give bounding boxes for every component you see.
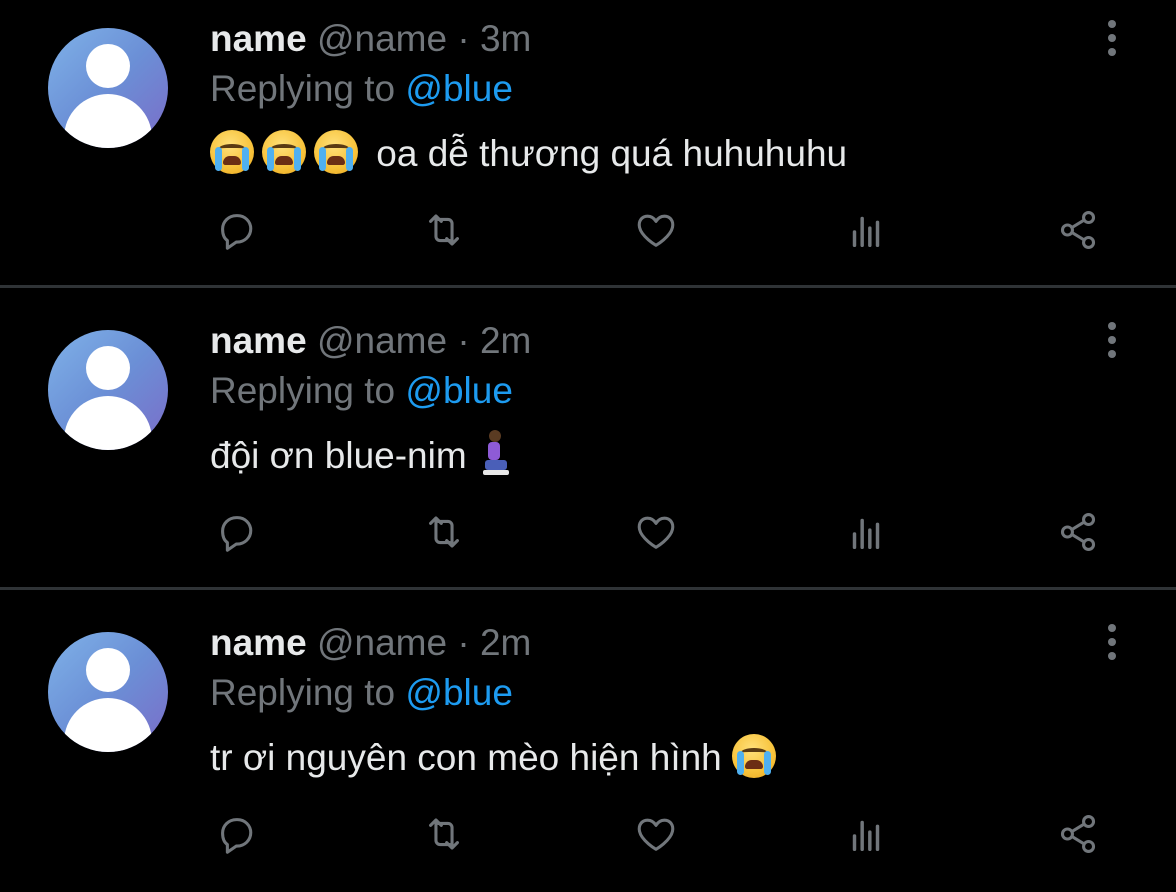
replying-to-line: Replying to @blue	[210, 670, 513, 716]
replying-to-mention[interactable]: @blue	[405, 68, 513, 109]
display-name[interactable]: name	[210, 320, 307, 361]
reply-header: name @name · 2m	[210, 318, 531, 364]
share-button[interactable]	[1054, 508, 1102, 556]
reply-text: oa dễ thương quá huhuhuhu	[210, 128, 847, 180]
like-icon	[637, 516, 675, 549]
loudly-crying-face-emoji-icon	[732, 734, 777, 778]
replying-to-label: Replying to	[210, 370, 396, 411]
loudly-crying-face-emoji-icon	[314, 130, 358, 174]
replying-to-label: Replying to	[210, 68, 396, 109]
separator-dot: ·	[457, 320, 470, 361]
reply-icon	[221, 214, 253, 250]
more-vertical-icon[interactable]	[1102, 620, 1122, 664]
avatar[interactable]	[48, 28, 168, 148]
reply-text: tr ơi nguyên con mèo hiện hình	[210, 732, 784, 784]
share-icon	[1060, 211, 1096, 249]
divider	[0, 587, 1176, 590]
views-icon	[852, 216, 880, 248]
woman-kneeling-emoji-icon	[481, 430, 511, 478]
replying-to-line: Replying to @blue	[210, 368, 513, 414]
avatar-head-shape	[86, 346, 130, 390]
reply-item[interactable]: name @name · 3m Replying to @blue oa dễ …	[0, 0, 1176, 274]
separator-dot: ·	[457, 18, 470, 59]
retweet-button[interactable]	[420, 508, 468, 556]
display-name[interactable]: name	[210, 18, 307, 59]
reply-feed: name @name · 3m Replying to @blue oa dễ …	[0, 0, 1176, 892]
views-icon	[852, 820, 880, 852]
reply-text-content: tr ơi nguyên con mèo hiện hình	[210, 737, 722, 778]
like-icon	[637, 214, 675, 247]
separator-dot: ·	[457, 622, 470, 663]
replying-to-label: Replying to	[210, 672, 396, 713]
like-button[interactable]	[632, 810, 680, 858]
avatar-head-shape	[86, 648, 130, 692]
more-vertical-icon[interactable]	[1102, 16, 1122, 60]
reply-text: đội ơn blue-nim	[210, 430, 511, 482]
retweet-button[interactable]	[420, 810, 468, 858]
timestamp[interactable]: 2m	[480, 320, 531, 361]
views-icon	[852, 518, 880, 550]
share-button[interactable]	[1054, 810, 1102, 858]
retweet-icon	[429, 818, 459, 850]
reply-header: name @name · 3m	[210, 16, 531, 62]
retweet-icon	[429, 214, 459, 246]
like-button[interactable]	[632, 508, 680, 556]
avatar-head-shape	[86, 44, 130, 88]
avatar[interactable]	[48, 330, 168, 450]
share-icon	[1060, 815, 1096, 853]
avatar[interactable]	[48, 632, 168, 752]
reply-item[interactable]: name @name · 2m Replying to @blue đội ơn…	[0, 290, 1176, 576]
reply-text-content: oa dễ thương quá huhuhuhu	[376, 133, 848, 174]
display-name[interactable]: name	[210, 622, 307, 663]
views-button[interactable]	[842, 206, 890, 254]
loudly-crying-face-emoji-icon	[210, 130, 254, 174]
reply-button[interactable]	[212, 810, 260, 858]
avatar-body-shape	[64, 698, 152, 752]
user-handle[interactable]: @name	[317, 320, 447, 361]
divider	[0, 285, 1176, 288]
reply-text-content: đội ơn blue-nim	[210, 435, 467, 476]
views-button[interactable]	[842, 508, 890, 556]
timestamp[interactable]: 3m	[480, 18, 531, 59]
retweet-icon	[429, 516, 459, 548]
retweet-button[interactable]	[420, 206, 468, 254]
reply-header: name @name · 2m	[210, 620, 531, 666]
avatar-body-shape	[64, 396, 152, 450]
views-button[interactable]	[842, 810, 890, 858]
timestamp[interactable]: 2m	[480, 622, 531, 663]
replying-to-mention[interactable]: @blue	[405, 672, 513, 713]
avatar-body-shape	[64, 94, 152, 148]
user-handle[interactable]: @name	[317, 18, 447, 59]
replying-to-line: Replying to @blue	[210, 66, 513, 112]
loudly-crying-face-emoji-icon	[262, 130, 306, 174]
user-handle[interactable]: @name	[317, 622, 447, 663]
share-button[interactable]	[1054, 206, 1102, 254]
reply-item[interactable]: name @name · 2m Replying to @blue tr ơi …	[0, 592, 1176, 878]
like-icon	[637, 818, 675, 851]
reply-button[interactable]	[212, 206, 260, 254]
reply-icon	[221, 818, 253, 854]
more-vertical-icon[interactable]	[1102, 318, 1122, 362]
replying-to-mention[interactable]: @blue	[405, 370, 513, 411]
reply-button[interactable]	[212, 508, 260, 556]
like-button[interactable]	[632, 206, 680, 254]
share-icon	[1060, 513, 1096, 551]
reply-icon	[221, 516, 253, 552]
